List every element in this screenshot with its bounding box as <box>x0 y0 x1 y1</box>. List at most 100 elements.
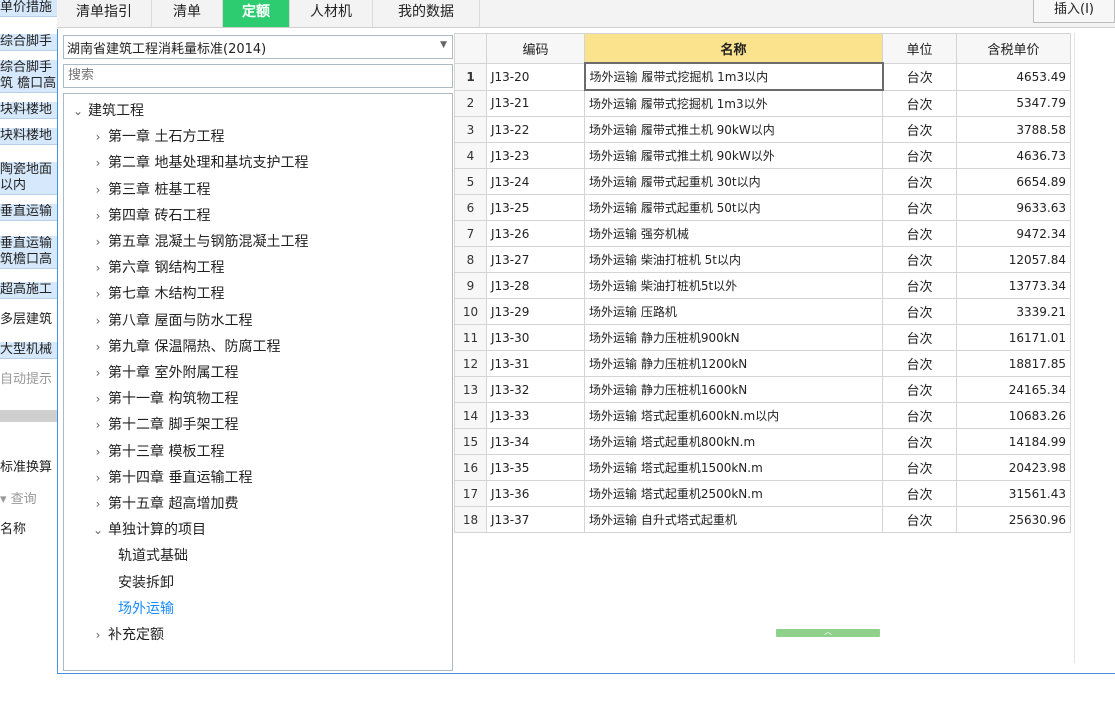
left-strip-item[interactable]: 标准换算 <box>0 460 57 476</box>
tab-list[interactable]: 清单 <box>152 0 223 27</box>
cell-code[interactable]: J13-25 <box>486 194 585 221</box>
cell-code[interactable]: J13-37 <box>486 506 585 533</box>
cell-unit[interactable]: 台次 <box>882 220 957 247</box>
header-unit[interactable]: 单位 <box>882 33 957 64</box>
search-box[interactable] <box>63 64 453 88</box>
header-index[interactable] <box>454 33 487 64</box>
cell-price[interactable]: 9472.34 <box>956 220 1071 247</box>
cell-price[interactable]: 16171.01 <box>956 324 1071 351</box>
cell-price[interactable]: 25630.96 <box>956 506 1071 533</box>
cell-idx[interactable]: 5 <box>454 168 487 195</box>
header-code[interactable]: 编码 <box>486 33 585 64</box>
cell-idx[interactable]: 11 <box>454 324 487 351</box>
left-strip-item[interactable]: 超高施工 <box>0 282 57 299</box>
chevron-right-icon[interactable]: › <box>88 203 108 229</box>
left-strip-item[interactable]: 垂直运输 <box>0 204 57 221</box>
chevron-right-icon[interactable]: › <box>88 412 108 438</box>
tree-node[interactable]: › 第二章 地基处理和基坑支护工程 <box>88 150 309 176</box>
left-strip-item[interactable]: 单价措施 <box>0 0 57 17</box>
cell-name[interactable]: 场外运输 塔式起重机600kN.m以内 <box>584 402 883 429</box>
table-row[interactable]: 10 J13-29 场外运输 压路机 台次 3339.21 <box>454 298 1071 325</box>
scrollbar-thumb[interactable]: ︿ <box>776 627 880 637</box>
cell-name[interactable]: 场外运输 履带式推土机 90kW以外 <box>584 142 883 169</box>
cell-idx[interactable]: 13 <box>454 376 487 403</box>
chevron-right-icon[interactable]: › <box>88 491 108 517</box>
cell-name[interactable]: 场外运输 履带式挖掘机 1m3以内 <box>583 62 884 91</box>
chevron-down-icon[interactable]: ⌄ <box>68 98 88 124</box>
chevron-right-icon[interactable]: › <box>88 622 108 648</box>
table-row[interactable]: 4 J13-23 场外运输 履带式推土机 90kW以外 台次 4636.73 <box>454 142 1071 169</box>
cell-unit[interactable]: 台次 <box>882 298 957 325</box>
chevron-right-icon[interactable]: › <box>88 150 108 176</box>
chevron-right-icon[interactable]: › <box>88 124 108 150</box>
cell-idx[interactable]: 15 <box>454 428 487 455</box>
tree-node[interactable]: › 第十章 室外附属工程 <box>88 360 239 386</box>
table-row[interactable]: 17 J13-36 场外运输 塔式起重机2500kN.m 台次 31561.43 <box>454 480 1071 507</box>
chevron-right-icon[interactable]: › <box>88 386 108 412</box>
cell-idx[interactable]: 10 <box>454 298 487 325</box>
cell-code[interactable]: J13-20 <box>486 62 585 91</box>
tree-node[interactable]: › 第七章 木结构工程 <box>88 281 225 307</box>
cell-price[interactable]: 13773.34 <box>956 272 1071 299</box>
cell-name[interactable]: 场外运输 静力压桩机1600kN <box>584 376 883 403</box>
table-row[interactable]: 18 J13-37 场外运输 自升式塔式起重机 台次 25630.96 <box>454 506 1071 533</box>
tree-node[interactable]: › 第十三章 模板工程 <box>88 439 225 465</box>
cell-idx[interactable]: 12 <box>454 350 487 377</box>
cell-code[interactable]: J13-27 <box>486 246 585 273</box>
tree-node[interactable]: › 第五章 混凝土与钢筋混凝土工程 <box>88 229 309 255</box>
left-strip-item[interactable]: ▾ 查询 <box>0 492 57 508</box>
cell-idx[interactable]: 2 <box>454 89 487 117</box>
table-row[interactable]: 8 J13-27 场外运输 柴油打桩机 5t以内 台次 12057.84 <box>454 246 1071 273</box>
cell-name[interactable]: 场外运输 强夯机械 <box>584 220 883 247</box>
search-input[interactable] <box>64 65 448 85</box>
cell-idx[interactable]: 17 <box>454 480 487 507</box>
cell-code[interactable]: J13-24 <box>486 168 585 195</box>
tree-node[interactable]: › 第八章 屋面与防水工程 <box>88 308 253 334</box>
left-strip-item[interactable]: 垂直运输 <box>0 236 57 253</box>
cell-code[interactable]: J13-34 <box>486 428 585 455</box>
cell-code[interactable]: J13-31 <box>486 350 585 377</box>
left-strip-item[interactable]: 综合脚手 <box>0 60 57 77</box>
table-row[interactable]: 12 J13-31 场外运输 静力压桩机1200kN 台次 18817.85 <box>454 350 1071 377</box>
table-row[interactable]: 13 J13-32 场外运输 静力压桩机1600kN 台次 24165.34 <box>454 376 1071 403</box>
tab-labor-material-machine[interactable]: 人材机 <box>290 0 373 27</box>
left-strip-item[interactable]: 陶瓷地面 <box>0 162 57 179</box>
cell-unit[interactable]: 台次 <box>882 62 957 91</box>
cell-code[interactable]: J13-28 <box>486 272 585 299</box>
cell-price[interactable]: 12057.84 <box>956 246 1071 273</box>
left-strip-item[interactable]: 名称 <box>0 522 57 538</box>
cell-unit[interactable]: 台次 <box>882 194 957 221</box>
cell-price[interactable]: 4653.49 <box>956 62 1071 91</box>
cell-unit[interactable]: 台次 <box>882 480 957 507</box>
cell-unit[interactable]: 台次 <box>882 454 957 481</box>
cell-idx[interactable]: 6 <box>454 194 487 221</box>
cell-code[interactable]: J13-33 <box>486 402 585 429</box>
cell-price[interactable]: 5347.79 <box>956 89 1071 117</box>
chevron-right-icon[interactable]: › <box>88 255 108 281</box>
cell-price[interactable]: 6654.89 <box>956 168 1071 195</box>
chevron-right-icon[interactable]: › <box>88 281 108 307</box>
cell-name[interactable]: 场外运输 静力压桩机900kN <box>584 324 883 351</box>
chevron-right-icon[interactable]: › <box>88 308 108 334</box>
tree-node[interactable]: 轨道式基础 <box>118 543 188 569</box>
table-row[interactable]: 3 J13-22 场外运输 履带式推土机 90kW以内 台次 3788.58 <box>454 116 1071 143</box>
header-name[interactable]: 名称 <box>584 33 883 64</box>
cell-unit[interactable]: 台次 <box>882 168 957 195</box>
cell-code[interactable]: J13-23 <box>486 142 585 169</box>
cell-code[interactable]: J13-32 <box>486 376 585 403</box>
table-row[interactable]: 16 J13-35 场外运输 塔式起重机1500kN.m 台次 20423.98 <box>454 454 1071 481</box>
cell-code[interactable]: J13-26 <box>486 220 585 247</box>
cell-unit[interactable]: 台次 <box>882 142 957 169</box>
tree-node[interactable]: ⌄ 单独计算的项目 <box>88 517 206 543</box>
tree-node[interactable]: › 第四章 砖石工程 <box>88 203 211 229</box>
tree-node[interactable]: › 第九章 保温隔热、防腐工程 <box>88 334 281 360</box>
cell-name[interactable]: 场外运输 履带式挖掘机 1m3以外 <box>584 89 883 117</box>
cell-unit[interactable]: 台次 <box>882 116 957 143</box>
tree-node[interactable]: › 第十二章 脚手架工程 <box>88 412 239 438</box>
left-strip-item[interactable]: 筑 檐口高 <box>0 76 57 93</box>
cell-unit[interactable]: 台次 <box>882 272 957 299</box>
cell-idx[interactable]: 14 <box>454 402 487 429</box>
left-strip-item[interactable]: 多层建筑 <box>0 312 57 328</box>
chevron-right-icon[interactable]: › <box>88 229 108 255</box>
insert-button[interactable]: 插入(I) <box>1033 0 1115 23</box>
